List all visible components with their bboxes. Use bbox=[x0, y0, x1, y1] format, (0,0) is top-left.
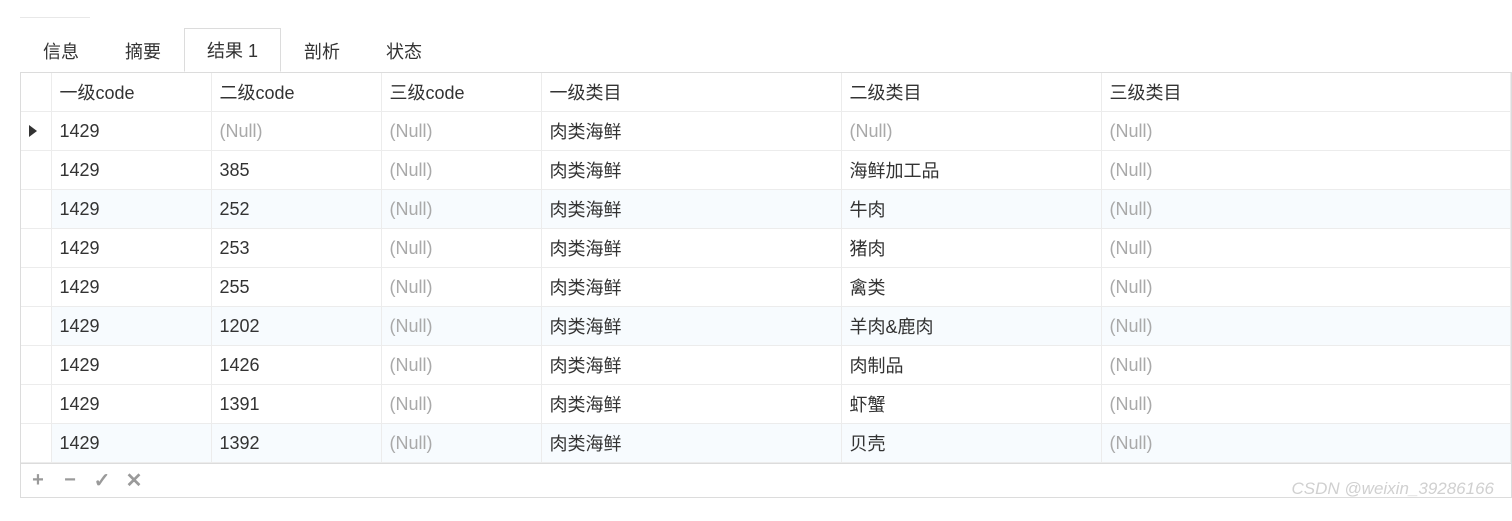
current-row-indicator-icon bbox=[29, 125, 37, 137]
grid-footer-toolbar: +−✓ ✕ bbox=[21, 463, 1511, 497]
cell[interactable]: (Null) bbox=[1101, 268, 1511, 307]
column-header-1[interactable]: 二级code bbox=[211, 73, 381, 112]
cell[interactable]: 1429 bbox=[51, 190, 211, 229]
cell[interactable]: 1429 bbox=[51, 112, 211, 151]
cell[interactable]: 1429 bbox=[51, 151, 211, 190]
cell[interactable]: 1429 bbox=[51, 268, 211, 307]
cell[interactable]: (Null) bbox=[1101, 346, 1511, 385]
row-header[interactable] bbox=[21, 268, 51, 307]
cell[interactable]: 羊肉&鹿肉 bbox=[841, 307, 1101, 346]
cancel-icon[interactable]: ✕ bbox=[123, 468, 145, 493]
cell[interactable]: 肉类海鲜 bbox=[541, 151, 841, 190]
commit-icon[interactable]: ✓ bbox=[91, 468, 113, 493]
cell[interactable]: (Null) bbox=[211, 112, 381, 151]
column-header-4[interactable]: 二级类目 bbox=[841, 73, 1101, 112]
row-header[interactable] bbox=[21, 424, 51, 463]
column-header-3[interactable]: 一级类目 bbox=[541, 73, 841, 112]
toolbar-placeholder bbox=[20, 0, 90, 18]
cell[interactable]: 385 bbox=[211, 151, 381, 190]
row-header[interactable] bbox=[21, 151, 51, 190]
tab-2[interactable]: 结果 1 bbox=[184, 28, 281, 72]
results-grid-wrap: 一级code二级code三级code一级类目二级类目三级类目 1429(Null… bbox=[20, 72, 1512, 498]
tab-4[interactable]: 状态 bbox=[363, 29, 445, 72]
cell[interactable]: (Null) bbox=[1101, 424, 1511, 463]
cell[interactable]: (Null) bbox=[1101, 385, 1511, 424]
cell[interactable]: (Null) bbox=[1101, 190, 1511, 229]
row-header[interactable] bbox=[21, 112, 51, 151]
cell[interactable]: 肉类海鲜 bbox=[541, 112, 841, 151]
cell[interactable]: 1429 bbox=[51, 346, 211, 385]
cell[interactable]: 1429 bbox=[51, 424, 211, 463]
cell[interactable]: 牛肉 bbox=[841, 190, 1101, 229]
row-header[interactable] bbox=[21, 307, 51, 346]
row-header[interactable] bbox=[21, 190, 51, 229]
cell[interactable]: 猪肉 bbox=[841, 229, 1101, 268]
cell[interactable]: 252 bbox=[211, 190, 381, 229]
cell[interactable]: 肉类海鲜 bbox=[541, 307, 841, 346]
cell[interactable]: (Null) bbox=[1101, 151, 1511, 190]
row-header[interactable] bbox=[21, 229, 51, 268]
delete-row-icon[interactable]: − bbox=[59, 469, 81, 492]
cell[interactable]: (Null) bbox=[1101, 229, 1511, 268]
cell[interactable]: 肉类海鲜 bbox=[541, 385, 841, 424]
tab-1[interactable]: 摘要 bbox=[102, 29, 184, 72]
column-header-2[interactable]: 三级code bbox=[381, 73, 541, 112]
cell[interactable]: 1426 bbox=[211, 346, 381, 385]
cell[interactable]: 肉类海鲜 bbox=[541, 424, 841, 463]
row-header[interactable] bbox=[21, 385, 51, 424]
grid-corner[interactable] bbox=[21, 73, 51, 112]
row-header[interactable] bbox=[21, 346, 51, 385]
cell[interactable]: 1392 bbox=[211, 424, 381, 463]
cell[interactable]: (Null) bbox=[1101, 307, 1511, 346]
cell[interactable]: 1391 bbox=[211, 385, 381, 424]
cell[interactable]: 肉类海鲜 bbox=[541, 190, 841, 229]
cell[interactable]: 253 bbox=[211, 229, 381, 268]
results-panel: 信息摘要结果 1剖析状态 一级code二级code三级code一级类目二级类目三… bbox=[20, 28, 1512, 498]
cell[interactable]: (Null) bbox=[381, 151, 541, 190]
cell[interactable]: (Null) bbox=[381, 307, 541, 346]
cell[interactable]: 1429 bbox=[51, 229, 211, 268]
cell[interactable]: 禽类 bbox=[841, 268, 1101, 307]
cell[interactable]: 1202 bbox=[211, 307, 381, 346]
cell[interactable]: 肉类海鲜 bbox=[541, 229, 841, 268]
column-header-5[interactable]: 三级类目 bbox=[1101, 73, 1511, 112]
cell[interactable]: (Null) bbox=[381, 229, 541, 268]
tabs-bar: 信息摘要结果 1剖析状态 bbox=[20, 28, 1512, 73]
column-header-0[interactable]: 一级code bbox=[51, 73, 211, 112]
cell[interactable]: 肉制品 bbox=[841, 346, 1101, 385]
results-grid[interactable]: 一级code二级code三级code一级类目二级类目三级类目 1429(Null… bbox=[21, 73, 1511, 463]
tab-0[interactable]: 信息 bbox=[20, 29, 102, 72]
cell[interactable]: (Null) bbox=[381, 346, 541, 385]
cell[interactable]: 贝壳 bbox=[841, 424, 1101, 463]
cell[interactable]: (Null) bbox=[1101, 112, 1511, 151]
tab-3[interactable]: 剖析 bbox=[281, 29, 363, 72]
cell[interactable]: (Null) bbox=[381, 112, 541, 151]
cell[interactable]: 肉类海鲜 bbox=[541, 346, 841, 385]
cell[interactable]: 虾蟹 bbox=[841, 385, 1101, 424]
cell[interactable]: (Null) bbox=[381, 385, 541, 424]
cell[interactable]: 肉类海鲜 bbox=[541, 268, 841, 307]
cell[interactable]: 1429 bbox=[51, 307, 211, 346]
cell[interactable]: (Null) bbox=[841, 112, 1101, 151]
add-row-icon[interactable]: + bbox=[27, 469, 49, 492]
cell[interactable]: 255 bbox=[211, 268, 381, 307]
cell[interactable]: 海鲜加工品 bbox=[841, 151, 1101, 190]
cell[interactable]: 1429 bbox=[51, 385, 211, 424]
cell[interactable]: (Null) bbox=[381, 190, 541, 229]
cell[interactable]: (Null) bbox=[381, 424, 541, 463]
cell[interactable]: (Null) bbox=[381, 268, 541, 307]
